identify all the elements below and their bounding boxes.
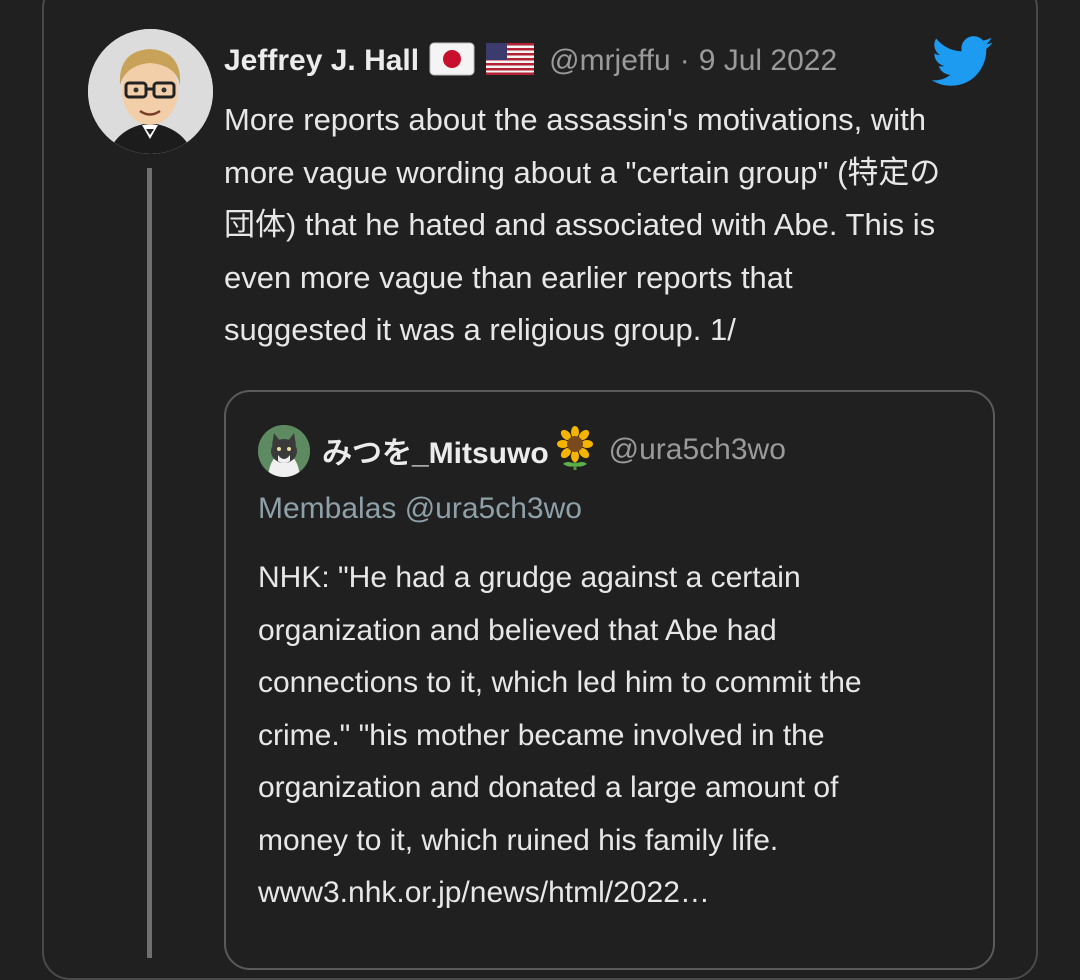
tweet-header: Jeffrey J. Hall @mrjeffu · 9 Jul 2022 — [224, 38, 837, 84]
quoted-text-line: NHK: "He had a grudge against a certain — [258, 561, 801, 594]
author-avatar[interactable] — [88, 29, 213, 154]
cat-avatar-icon — [258, 425, 310, 477]
quoted-link[interactable]: www3.nhk.or.jp/news/html/2022… — [258, 867, 978, 920]
tweet-date[interactable]: 9 Jul 2022 — [699, 44, 837, 78]
tweet-text-line: More reports about the assassin's motiva… — [224, 102, 927, 137]
thread-line — [147, 168, 152, 958]
reply-context[interactable]: Membalas @ura5ch3wo — [258, 492, 582, 526]
sunflower-icon — [553, 425, 597, 475]
twitter-bird-icon[interactable] — [931, 36, 994, 93]
quoted-text-line: money to it, which ruined his family lif… — [258, 823, 779, 857]
quoted-text-line: crime." "his mother became involved in t… — [258, 718, 825, 752]
quoted-author-avatar[interactable] — [258, 425, 310, 477]
author-name[interactable]: Jeffrey J. Hall — [224, 44, 419, 78]
quoted-author-handle[interactable]: @ura5ch3wo — [609, 433, 786, 467]
tweet-text-line: suggested it was a religious group. 1/ — [224, 312, 736, 347]
japan-flag-icon — [429, 42, 475, 81]
avatar-portrait-icon — [88, 29, 213, 154]
quoted-text-line: organization and donated a large amount … — [258, 771, 839, 804]
author-handle[interactable]: @mrjeffu — [549, 44, 671, 78]
us-flag-icon — [485, 42, 535, 81]
quoted-author-name[interactable]: みつを_Mitsuwo — [322, 428, 549, 472]
tweet-text-line: even more vague than earlier reports tha… — [224, 259, 793, 295]
tweet-text-line: more vague wording about a "certain grou… — [224, 154, 941, 190]
tweet-text-line: 団体) that he hated and associated with Ab… — [224, 207, 936, 242]
header-separator: · — [679, 44, 690, 77]
quoted-text-line: connections to it, which led him to comm… — [258, 666, 862, 699]
quoted-tweet[interactable]: みつを_Mitsuwo @ura5ch3wo Membalas @ura5ch3… — [224, 390, 995, 970]
quoted-header: みつを_Mitsuwo @ura5ch3wo — [322, 425, 786, 475]
quoted-text: NHK: "He had a grudge against a certain … — [258, 552, 978, 920]
tweet-text: More reports about the assassin's motiva… — [224, 94, 1004, 357]
quoted-text-line: organization and believed that Abe had — [258, 613, 777, 647]
